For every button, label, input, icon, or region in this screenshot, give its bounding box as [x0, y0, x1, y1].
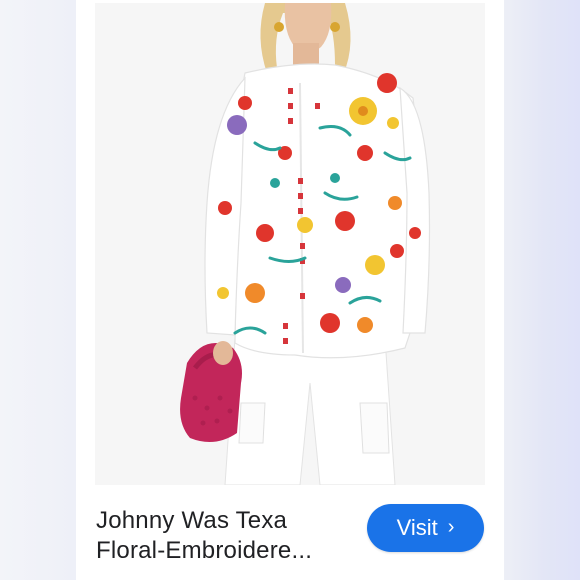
background-left: [0, 0, 76, 580]
product-photo-illustration: [95, 3, 485, 485]
product-card[interactable]: Johnny Was Texa Floral-Embroidere... Vis…: [76, 0, 504, 580]
product-title-line-1[interactable]: Johnny Was Texa: [96, 507, 287, 535]
visit-button[interactable]: Visit ›: [367, 504, 484, 552]
background-right: [500, 0, 580, 580]
truncated-description-text: [96, 573, 466, 580]
product-title-line-2[interactable]: Floral-Embroidere...: [96, 537, 312, 565]
product-image[interactable]: [95, 3, 485, 485]
chevron-right-icon: ›: [447, 516, 455, 538]
visit-button-label: Visit: [396, 515, 438, 540]
